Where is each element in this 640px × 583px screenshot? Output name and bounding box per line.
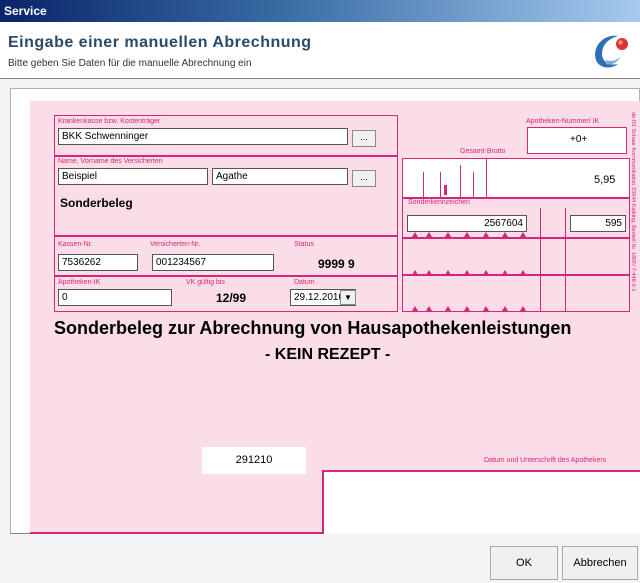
triangle-mark xyxy=(483,306,489,311)
triangle-mark xyxy=(426,232,432,237)
cancel-button[interactable]: Abbrechen xyxy=(562,546,638,580)
triangle-mark xyxy=(445,232,451,237)
frame-bottom-line xyxy=(10,533,30,534)
gesamt-brutto-label: Gesamt-Brutto xyxy=(460,148,506,155)
signature-label: Datum und Unterschrift des Apothekers xyxy=(484,457,607,464)
tick-mark xyxy=(460,165,461,198)
tick-mark xyxy=(565,238,566,275)
dialog-header: Eingabe einer manuellen Abrechnung Bitte… xyxy=(0,22,640,78)
tick-mark xyxy=(565,208,566,238)
tick-mark xyxy=(540,208,541,238)
window-title: Service xyxy=(0,0,640,22)
triangle-mark xyxy=(464,306,470,311)
dialog-subtitle: Bitte geben Sie Daten für die manuelle A… xyxy=(8,58,252,69)
vorname-field[interactable]: Agathe xyxy=(212,168,348,185)
sonderbeleg-label: Sonderbeleg xyxy=(60,196,133,210)
datum-label: Datum xyxy=(294,279,315,286)
triangle-mark xyxy=(502,306,508,311)
tick-mark xyxy=(473,172,474,198)
triangle-mark xyxy=(464,232,470,237)
kasse-browse-button[interactable]: ... xyxy=(352,130,376,147)
versicherten-nr-field[interactable]: 001234567 xyxy=(152,254,274,271)
tick-mark xyxy=(540,238,541,275)
kasse-label: Krankenkasse bzw. Kostenträger xyxy=(58,118,161,125)
dialog-title: Eingabe einer manuellen Abrechnung xyxy=(8,34,312,51)
name-label: Name, Vorname des Versicherten xyxy=(58,158,163,165)
divider-line xyxy=(486,158,487,198)
vk-label: VK gültig bis xyxy=(186,279,225,286)
apotheken-ik-label: Apotheken-IK xyxy=(58,279,101,286)
kasse-field[interactable]: BKK Schwenninger xyxy=(58,128,348,145)
sonderkennzeichen-field[interactable]: 2567604 xyxy=(407,215,527,232)
bar-mark xyxy=(444,185,447,195)
headline-sonderbeleg: Sonderbeleg zur Abrechnung von Hausapoth… xyxy=(54,318,572,338)
triangle-mark xyxy=(445,306,451,311)
gesamt-brutto-value: 5,95 xyxy=(594,174,616,186)
triangle-mark xyxy=(412,232,418,237)
datum-dropdown-button[interactable]: ▼ xyxy=(340,290,356,305)
faktor-field[interactable]: 595 xyxy=(570,215,626,232)
apotheken-ik-field[interactable]: 0 xyxy=(58,289,172,306)
status-value: 9999 9 xyxy=(318,257,355,271)
nachname-field[interactable]: Beispiel xyxy=(58,168,208,185)
kassen-nr-field[interactable]: 7536262 xyxy=(58,254,138,271)
triangle-mark xyxy=(483,232,489,237)
triangle-mark xyxy=(426,306,432,311)
tick-mark xyxy=(540,275,541,312)
vk-value: 12/99 xyxy=(216,291,247,305)
tick-mark xyxy=(440,172,441,198)
app-logo-icon xyxy=(595,35,628,68)
tick-mark xyxy=(423,172,424,198)
tick-mark xyxy=(565,275,566,312)
apo-nummer-value: +0+ xyxy=(570,134,588,145)
code-field: 291210 xyxy=(202,447,306,474)
triangle-mark xyxy=(502,232,508,237)
triangle-mark xyxy=(520,232,526,237)
form-bottom-line xyxy=(30,532,322,534)
triangle-mark xyxy=(520,306,526,311)
side-print-text: de-R1 Schaar Kommunikation 33644 Kalbing… xyxy=(630,112,636,292)
triangle-mark xyxy=(412,306,418,311)
status-label: Status xyxy=(294,241,314,248)
position-row-1 xyxy=(402,238,630,275)
name-browse-button[interactable]: ... xyxy=(352,170,376,187)
header-divider xyxy=(0,78,640,79)
ok-button[interactable]: OK xyxy=(490,546,558,580)
versicherten-nr-label: Versicherten-Nr. xyxy=(150,241,201,248)
position-row-2 xyxy=(402,275,630,312)
signature-area xyxy=(322,470,640,534)
headline-kein-rezept: - KEIN REZEPT - xyxy=(265,346,391,363)
apo-nummer-label: Apotheken-Nummer/ IK xyxy=(526,118,600,125)
kassen-nr-label: Kassen-Nr. xyxy=(58,241,93,248)
